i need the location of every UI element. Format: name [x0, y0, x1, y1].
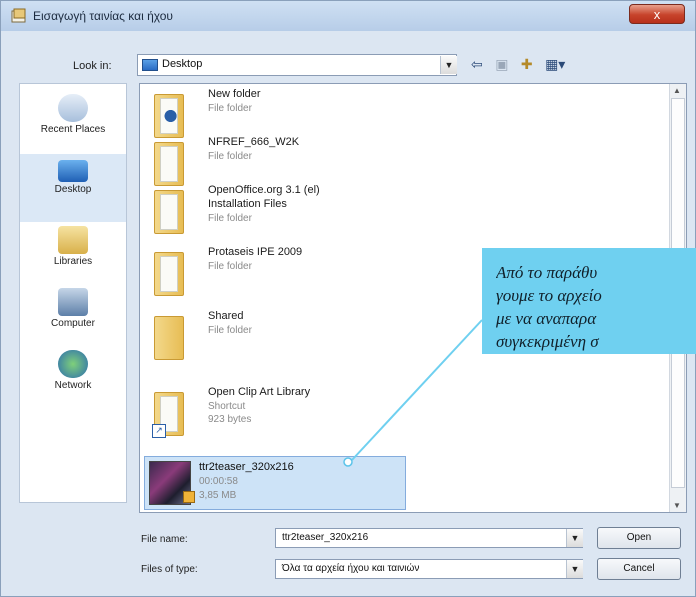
callout-text: Από το παράθυ γουμε το αρχείο με να αναπ… [496, 261, 696, 353]
callout-line: Από το παράθυ [496, 263, 598, 282]
callout-line: με να αναπαρα [496, 309, 597, 328]
callout-line: γουμε το αρχείο [496, 286, 602, 305]
callout-line: συγκεκριμένη σ [496, 332, 599, 351]
